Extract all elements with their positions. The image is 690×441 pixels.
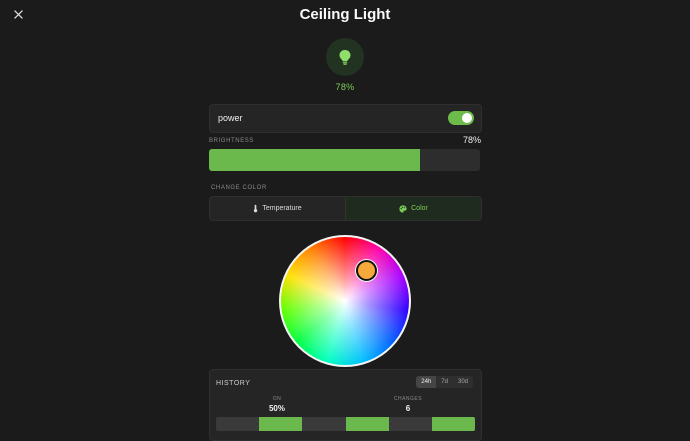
thermometer-icon — [254, 204, 258, 213]
page-title: Ceiling Light — [299, 6, 391, 23]
color-mode-tabs: Temperature Color — [209, 196, 482, 221]
tab-temperature[interactable]: Temperature — [210, 197, 345, 220]
timeline-on-segment — [259, 417, 303, 431]
timeline-on-segment — [431, 417, 475, 431]
color-wheel[interactable] — [279, 235, 411, 367]
brightness-value: 78% — [462, 135, 481, 145]
palette-icon — [399, 204, 407, 213]
stat-changes: CHANGES 6 — [378, 396, 438, 413]
color-wheel-handle[interactable] — [356, 260, 377, 281]
tab-temperature-label: Temperature — [262, 205, 302, 212]
brightness-label: BRIGHTNESS — [209, 138, 255, 144]
brightness-slider-fill — [209, 149, 421, 171]
change-color-label: CHANGE COLOR — [211, 185, 267, 191]
brightness-slider[interactable] — [209, 149, 480, 171]
device-status-indicator — [326, 38, 364, 76]
color-wheel-container — [279, 235, 411, 367]
stat-changes-label: CHANGES — [393, 396, 423, 402]
tab-color-label: Color — [411, 205, 428, 212]
power-toggle-knob — [462, 113, 472, 123]
stat-on-label: ON — [272, 396, 282, 402]
timeline-on-segment — [345, 417, 389, 431]
stat-on-value: 50% — [268, 404, 285, 413]
history-timeline — [216, 417, 475, 431]
stat-on: ON 50% — [247, 396, 307, 413]
history-range-tabs: 24h 7d 30d — [416, 376, 473, 388]
tab-color[interactable]: Color — [345, 197, 481, 220]
power-row: power — [209, 104, 482, 133]
history-title: HISTORY — [216, 380, 251, 387]
range-tab-24h[interactable]: 24h — [416, 376, 437, 388]
lightbulb-icon — [339, 50, 351, 65]
stat-changes-value: 6 — [405, 404, 411, 413]
power-toggle[interactable] — [448, 111, 474, 125]
range-tab-7d[interactable]: 7d — [436, 376, 453, 388]
device-level-text: 78% — [335, 82, 355, 92]
range-tab-30d[interactable]: 30d — [453, 376, 473, 388]
history-card: HISTORY 24h 7d 30d ON 50% CHANGES 6 — [209, 369, 482, 441]
power-label: power — [218, 113, 243, 123]
